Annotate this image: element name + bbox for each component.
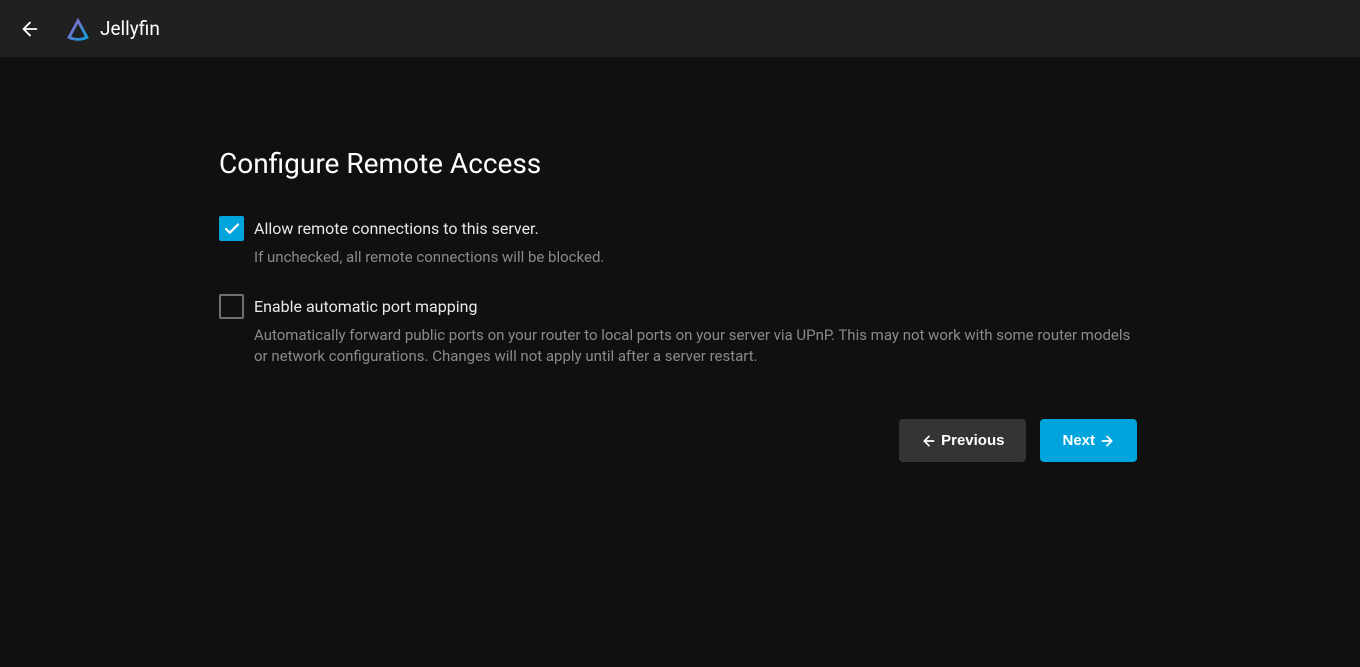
arrow-right-icon [1099, 433, 1115, 449]
app-header: Jellyfin [0, 0, 1360, 57]
previous-button[interactable]: Previous [899, 419, 1026, 462]
previous-label: Previous [941, 432, 1004, 449]
arrow-left-icon [921, 433, 937, 449]
port-mapping-description: Automatically forward public ports on yo… [254, 325, 1140, 367]
allow-remote-label[interactable]: Allow remote connections to this server. [254, 216, 539, 241]
check-icon [223, 220, 241, 238]
page-title: Configure Remote Access [219, 147, 1140, 180]
main-content: Configure Remote Access Allow remote con… [0, 57, 1140, 462]
next-label: Next [1062, 432, 1095, 449]
jellyfin-logo-icon [64, 15, 92, 43]
allow-remote-checkbox[interactable] [219, 216, 244, 241]
allow-remote-description: If unchecked, all remote connections wil… [254, 247, 1140, 268]
back-button[interactable] [16, 15, 44, 43]
checkbox-row: Allow remote connections to this server. [219, 216, 1140, 241]
port-mapping-checkbox[interactable] [219, 294, 244, 319]
port-mapping-group: Enable automatic port mapping Automatica… [219, 294, 1140, 367]
port-mapping-label[interactable]: Enable automatic port mapping [254, 294, 477, 319]
logo-container[interactable]: Jellyfin [64, 15, 160, 43]
arrow-left-icon [19, 18, 41, 40]
checkbox-row: Enable automatic port mapping [219, 294, 1140, 319]
allow-remote-group: Allow remote connections to this server.… [219, 216, 1140, 268]
wizard-nav: Previous Next [219, 419, 1139, 462]
app-name: Jellyfin [100, 17, 160, 40]
next-button[interactable]: Next [1040, 419, 1137, 462]
